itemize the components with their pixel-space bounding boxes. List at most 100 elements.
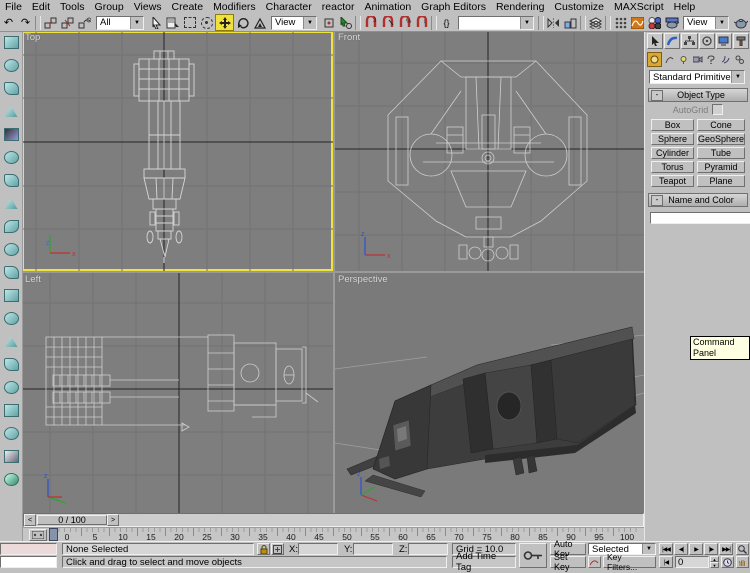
cone-button[interactable]: Cone bbox=[697, 119, 745, 131]
material-editor-icon[interactable] bbox=[646, 15, 663, 30]
time-slider-track[interactable]: < 0 / 100 > bbox=[23, 513, 644, 527]
left-toolbar-icon[interactable] bbox=[2, 356, 20, 373]
zoom-tool-icon[interactable] bbox=[736, 543, 749, 555]
unlink-selection-icon[interactable] bbox=[59, 15, 76, 30]
viewport-label-top[interactable]: Top bbox=[25, 32, 40, 43]
menu-create[interactable]: Create bbox=[167, 1, 209, 13]
left-toolbar-icon[interactable] bbox=[2, 149, 20, 166]
left-toolbar-icon[interactable] bbox=[2, 448, 20, 465]
viewport-label-perspective[interactable]: Perspective bbox=[338, 274, 388, 285]
left-toolbar-icon[interactable] bbox=[2, 103, 20, 120]
subtab-geometry[interactable] bbox=[647, 52, 662, 67]
spinner-snap-toggle-icon[interactable]: ↕ bbox=[413, 15, 430, 30]
left-toolbar-icon[interactable] bbox=[2, 218, 20, 235]
viewport-left[interactable]: z Left bbox=[22, 273, 333, 513]
viewport-top[interactable]: zx Top bbox=[22, 31, 333, 271]
subtab-systems[interactable] bbox=[733, 53, 746, 66]
left-toolbar-icon[interactable] bbox=[2, 80, 20, 97]
autogrid-checkbox[interactable] bbox=[712, 104, 723, 115]
align-icon[interactable] bbox=[562, 15, 579, 30]
subtab-cameras[interactable] bbox=[691, 53, 704, 66]
menu-help[interactable]: Help bbox=[669, 1, 701, 13]
percent-snap-toggle-icon[interactable]: % bbox=[396, 15, 413, 30]
subtab-space-warps[interactable] bbox=[719, 53, 732, 66]
menu-maxscript[interactable]: MAXScript bbox=[609, 1, 669, 13]
menu-reactor[interactable]: reactor bbox=[317, 1, 360, 13]
angle-snap-toggle-icon[interactable] bbox=[379, 15, 396, 30]
key-mode-toggle-icon[interactable]: |◀ bbox=[659, 556, 673, 568]
track-bar[interactable]: 0 5 10 15 20 25 30 35 40 45 50 55 60 65 … bbox=[23, 527, 644, 542]
rollout-object-type[interactable]: - Object Type bbox=[648, 88, 748, 102]
menu-edit[interactable]: Edit bbox=[27, 1, 55, 13]
left-toolbar-icon[interactable] bbox=[2, 126, 20, 143]
left-toolbar-icon[interactable] bbox=[2, 34, 20, 51]
rollout-name-and-color[interactable]: - Name and Color bbox=[648, 193, 748, 207]
previous-frame-button[interactable]: ◀| bbox=[674, 543, 688, 555]
viewport-label-left[interactable]: Left bbox=[25, 274, 41, 285]
selection-lock-icon[interactable] bbox=[257, 543, 270, 555]
select-and-scale-icon[interactable] bbox=[251, 15, 268, 30]
current-frame-marker[interactable] bbox=[49, 528, 58, 541]
geosphere-button[interactable]: GeoSphere bbox=[697, 133, 745, 145]
mini-curve-editor-button[interactable] bbox=[29, 529, 47, 541]
time-slider-next-icon[interactable]: > bbox=[107, 514, 119, 526]
menu-rendering[interactable]: Rendering bbox=[491, 1, 549, 13]
menu-modifiers[interactable]: Modifiers bbox=[208, 1, 261, 13]
menu-character[interactable]: Character bbox=[261, 1, 317, 13]
rollout-collapse-icon[interactable]: - bbox=[651, 195, 663, 206]
torus-button[interactable]: Torus bbox=[651, 161, 694, 173]
subtab-shapes[interactable] bbox=[663, 53, 676, 66]
plane-button[interactable]: Plane bbox=[697, 175, 745, 187]
left-toolbar-icon[interactable] bbox=[2, 379, 20, 396]
reference-coordinate-system-dropdown[interactable]: View ▼ bbox=[271, 16, 317, 30]
set-key-button[interactable]: Set Key bbox=[550, 556, 586, 568]
go-to-end-button[interactable]: ▶▶| bbox=[719, 543, 733, 555]
time-slider-prev-icon[interactable]: < bbox=[24, 514, 36, 526]
select-by-name-icon[interactable] bbox=[164, 15, 181, 30]
viewport-front[interactable]: zx Front bbox=[335, 31, 644, 271]
use-pivot-point-center-icon[interactable] bbox=[320, 15, 337, 30]
edit-named-selection-sets-icon[interactable]: {} bbox=[438, 15, 455, 30]
current-frame-field[interactable] bbox=[675, 556, 709, 568]
key-filters-button[interactable]: Key Filters... bbox=[603, 556, 656, 568]
left-toolbar-icon[interactable] bbox=[2, 310, 20, 327]
go-to-start-button[interactable]: |◀◀ bbox=[659, 543, 673, 555]
render-scene-icon[interactable] bbox=[663, 15, 680, 30]
x-coordinate-field[interactable] bbox=[298, 543, 338, 555]
left-toolbar-icon[interactable] bbox=[2, 471, 20, 488]
menu-animation[interactable]: Animation bbox=[359, 1, 416, 13]
select-and-manipulate-icon[interactable] bbox=[337, 15, 354, 30]
left-toolbar-icon[interactable] bbox=[2, 241, 20, 258]
primitive-category-dropdown[interactable]: Standard Primitives ▼ bbox=[649, 70, 745, 84]
bind-to-space-warp-icon[interactable] bbox=[76, 15, 93, 30]
rollout-collapse-icon[interactable]: - bbox=[651, 90, 663, 101]
tube-button[interactable]: Tube bbox=[697, 147, 745, 159]
time-slider-thumb[interactable]: 0 / 100 bbox=[37, 515, 107, 525]
selection-filter-dropdown[interactable]: All ▼ bbox=[96, 16, 144, 30]
time-configuration-icon[interactable] bbox=[721, 556, 734, 568]
z-coordinate-field[interactable] bbox=[408, 543, 448, 555]
teapot-button[interactable]: Teapot bbox=[651, 175, 694, 187]
select-and-link-icon[interactable] bbox=[42, 15, 59, 30]
menu-tools[interactable]: Tools bbox=[55, 1, 90, 13]
subtab-lights[interactable] bbox=[677, 53, 690, 66]
next-frame-button[interactable]: |▶ bbox=[704, 543, 718, 555]
named-selection-sets-dropdown[interactable]: ▼ bbox=[458, 16, 534, 30]
tab-create[interactable] bbox=[647, 33, 663, 49]
viewport-perspective[interactable]: z Perspective bbox=[335, 273, 644, 513]
quick-render-icon[interactable] bbox=[732, 15, 749, 30]
y-coordinate-field[interactable] bbox=[353, 543, 393, 555]
play-button[interactable]: ▶ bbox=[689, 543, 703, 555]
maxscript-mini-listener[interactable] bbox=[0, 556, 57, 568]
mirror-icon[interactable] bbox=[545, 15, 562, 30]
viewport-label-front[interactable]: Front bbox=[338, 32, 360, 43]
tab-hierarchy[interactable] bbox=[681, 33, 697, 49]
pyramid-button[interactable]: Pyramid bbox=[697, 161, 745, 173]
snap-toggle-3d-icon[interactable]: 3 bbox=[362, 15, 379, 30]
tab-motion[interactable] bbox=[699, 33, 715, 49]
new-key-default-in-out-icon[interactable] bbox=[588, 556, 601, 568]
tab-display[interactable] bbox=[716, 33, 732, 49]
left-toolbar-icon[interactable] bbox=[2, 264, 20, 281]
menu-customize[interactable]: Customize bbox=[549, 1, 609, 13]
pan-view-icon[interactable] bbox=[736, 556, 749, 568]
